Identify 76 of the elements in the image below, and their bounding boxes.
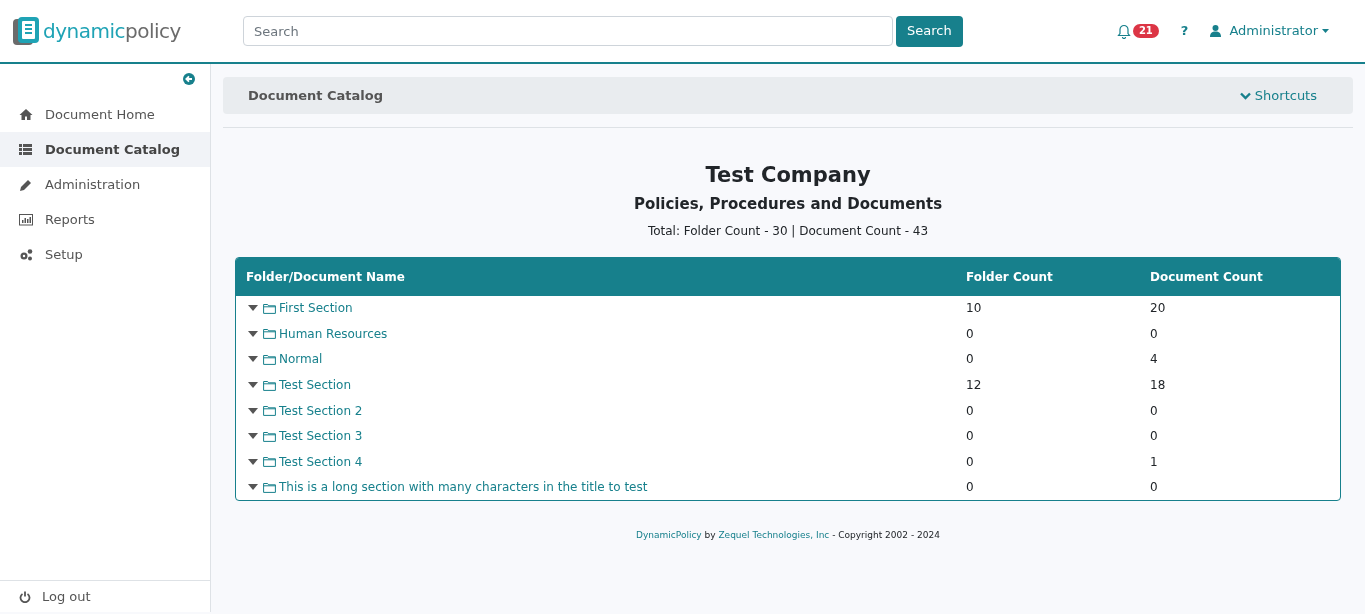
- user-icon: [1210, 25, 1222, 37]
- list-icon: [19, 143, 33, 156]
- search-field[interactable]: Search: [243, 16, 893, 46]
- expand-triangle-icon[interactable]: [248, 433, 258, 440]
- document-count: 0: [1150, 428, 1159, 446]
- folder-link[interactable]: Test Section 4: [279, 452, 363, 471]
- expand-triangle-icon[interactable]: [248, 458, 258, 465]
- expand-triangle-icon[interactable]: [248, 330, 258, 337]
- expand-triangle-icon[interactable]: [248, 484, 258, 491]
- folder-count: 0: [966, 453, 975, 471]
- folder-icon: [263, 328, 276, 340]
- bar-chart-icon: [19, 213, 33, 226]
- power-icon: [19, 590, 31, 603]
- totals-text: Total: Folder Count - 30 | Document Count - 43: [647, 222, 929, 240]
- folder-icon: [263, 456, 276, 468]
- folder-link[interactable]: This is a long section with many characters in the title to test: [279, 478, 648, 497]
- folder-icon: [263, 354, 276, 365]
- document-count: 0: [1150, 402, 1159, 420]
- document-count: 4: [1150, 351, 1159, 369]
- document-count: 0: [1150, 325, 1159, 343]
- expand-triangle-icon[interactable]: [248, 305, 258, 312]
- folder-icon: [263, 481, 276, 493]
- footer-link[interactable]: DynamicPolicy: [636, 530, 702, 541]
- chevron-down-icon: [1239, 91, 1251, 100]
- user-menu[interactable]: Administrator: [1229, 21, 1329, 41]
- folder-icon: [263, 405, 276, 417]
- document-count: 1: [1150, 453, 1159, 471]
- search-button[interactable]: Search: [896, 15, 963, 47]
- expand-triangle-icon[interactable]: [248, 356, 258, 363]
- sidebar-item[interactable]: Document Catalog: [0, 132, 210, 167]
- footer-text: DynamicPolicy by Zequel Technologies, Inc - Copyright 2002 - 2024: [635, 529, 941, 543]
- folder-icon: [263, 379, 276, 391]
- folder-link[interactable]: First Section: [279, 299, 353, 318]
- expand-triangle-icon[interactable]: [248, 407, 258, 414]
- folder-link[interactable]: Test Section: [279, 376, 352, 395]
- folder-count: 0: [966, 428, 975, 446]
- company-title: Test Company: [705, 162, 871, 189]
- document-count: 18: [1150, 377, 1167, 395]
- folder-count: 0: [966, 325, 975, 343]
- home-icon: [19, 108, 33, 121]
- column-header: Document Count: [1150, 268, 1264, 286]
- document-count: 20: [1150, 300, 1167, 318]
- logo-text: policy: [125, 19, 181, 43]
- sidebar-item[interactable]: Setup: [0, 237, 210, 272]
- pencil-icon: [19, 178, 33, 191]
- folder-icon: [263, 430, 276, 442]
- logout-link[interactable]: Log out: [42, 586, 91, 607]
- logo-text: dynamic: [43, 19, 125, 43]
- collapse-icon[interactable]: [183, 73, 195, 85]
- shortcuts-button[interactable]: Shortcuts: [1239, 85, 1317, 106]
- caret-icon: [1322, 29, 1329, 33]
- footer-link[interactable]: Zequel Technologies, Inc: [718, 530, 830, 541]
- folder-link[interactable]: Human Resources: [279, 324, 388, 343]
- notification-count: 21: [1132, 24, 1159, 38]
- expand-triangle-icon[interactable]: [248, 382, 258, 389]
- folder-count: 10: [966, 300, 983, 318]
- page-title: Document Catalog: [248, 86, 384, 105]
- folder-count: 0: [966, 479, 975, 497]
- folder-count: 12: [966, 377, 983, 395]
- sidebar-item[interactable]: Document Home: [0, 97, 210, 132]
- sidebar-item[interactable]: Administration: [0, 167, 210, 202]
- gears-icon: [19, 248, 33, 261]
- help-link[interactable]: ?: [1180, 21, 1189, 41]
- folder-icon: [263, 302, 276, 314]
- folder-count: 0: [966, 351, 975, 369]
- column-header: Folder/Document Name: [245, 268, 406, 286]
- folder-count: 0: [966, 402, 975, 420]
- document-count: 0: [1150, 479, 1159, 497]
- bell-icon[interactable]: [1116, 23, 1131, 39]
- column-header: Folder Count: [966, 268, 1054, 286]
- folder-link[interactable]: Test Section 3: [279, 427, 363, 446]
- folder-link[interactable]: Test Section 2: [279, 401, 363, 420]
- folder-link[interactable]: Normal: [279, 350, 323, 369]
- sidebar-item[interactable]: Reports: [0, 202, 210, 237]
- logo-icon: [13, 17, 39, 45]
- report-subtitle: Policies, Procedures and Documents: [633, 194, 943, 215]
